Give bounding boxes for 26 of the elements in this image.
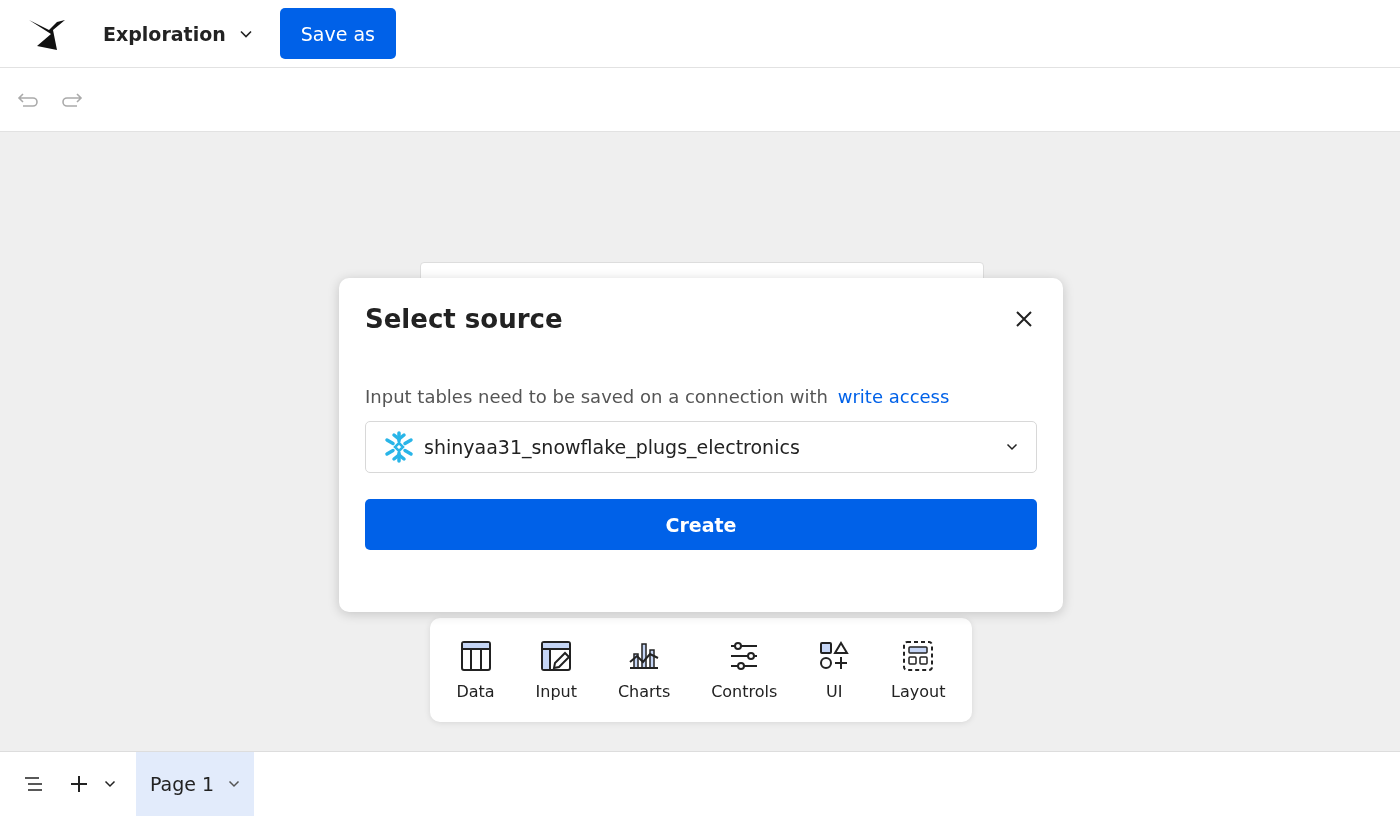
table-pencil-icon: [540, 639, 573, 672]
toolbar-item[interactable]: Charts: [617, 639, 671, 701]
plus-icon[interactable]: [70, 775, 88, 793]
save-as-button[interactable]: Save as: [279, 8, 396, 59]
menu-icon[interactable]: [24, 776, 44, 792]
snowflake-icon: [382, 430, 416, 464]
connection-select[interactable]: shinyaa31_snowflake_plugs_electronics: [365, 421, 1037, 473]
toolbar-item[interactable]: Controls: [711, 639, 778, 701]
toolbar-item[interactable]: Input: [535, 639, 577, 701]
exploration-menu[interactable]: Exploration: [97, 22, 258, 45]
chevron-down-icon: [1006, 443, 1018, 451]
dialog-title: Select source: [365, 304, 563, 334]
close-icon[interactable]: [1015, 310, 1033, 328]
write-access-link[interactable]: write access: [837, 386, 950, 407]
chevron-down-icon[interactable]: [104, 780, 116, 788]
layout-icon: [902, 639, 935, 672]
shapes-icon: [818, 639, 851, 672]
chevron-down-icon: [239, 29, 252, 38]
page-tab[interactable]: Page 1: [136, 752, 255, 816]
create-button[interactable]: Create: [365, 499, 1037, 550]
toolbar-item[interactable]: Layout: [891, 639, 946, 701]
dialog-message: Input tables need to be saved on a connection with: [365, 386, 828, 407]
toolbar-item[interactable]: UI: [818, 639, 851, 701]
toolbar-item[interactable]: Data: [456, 639, 495, 701]
table-icon: [459, 639, 492, 672]
chevron-down-icon: [228, 780, 241, 788]
